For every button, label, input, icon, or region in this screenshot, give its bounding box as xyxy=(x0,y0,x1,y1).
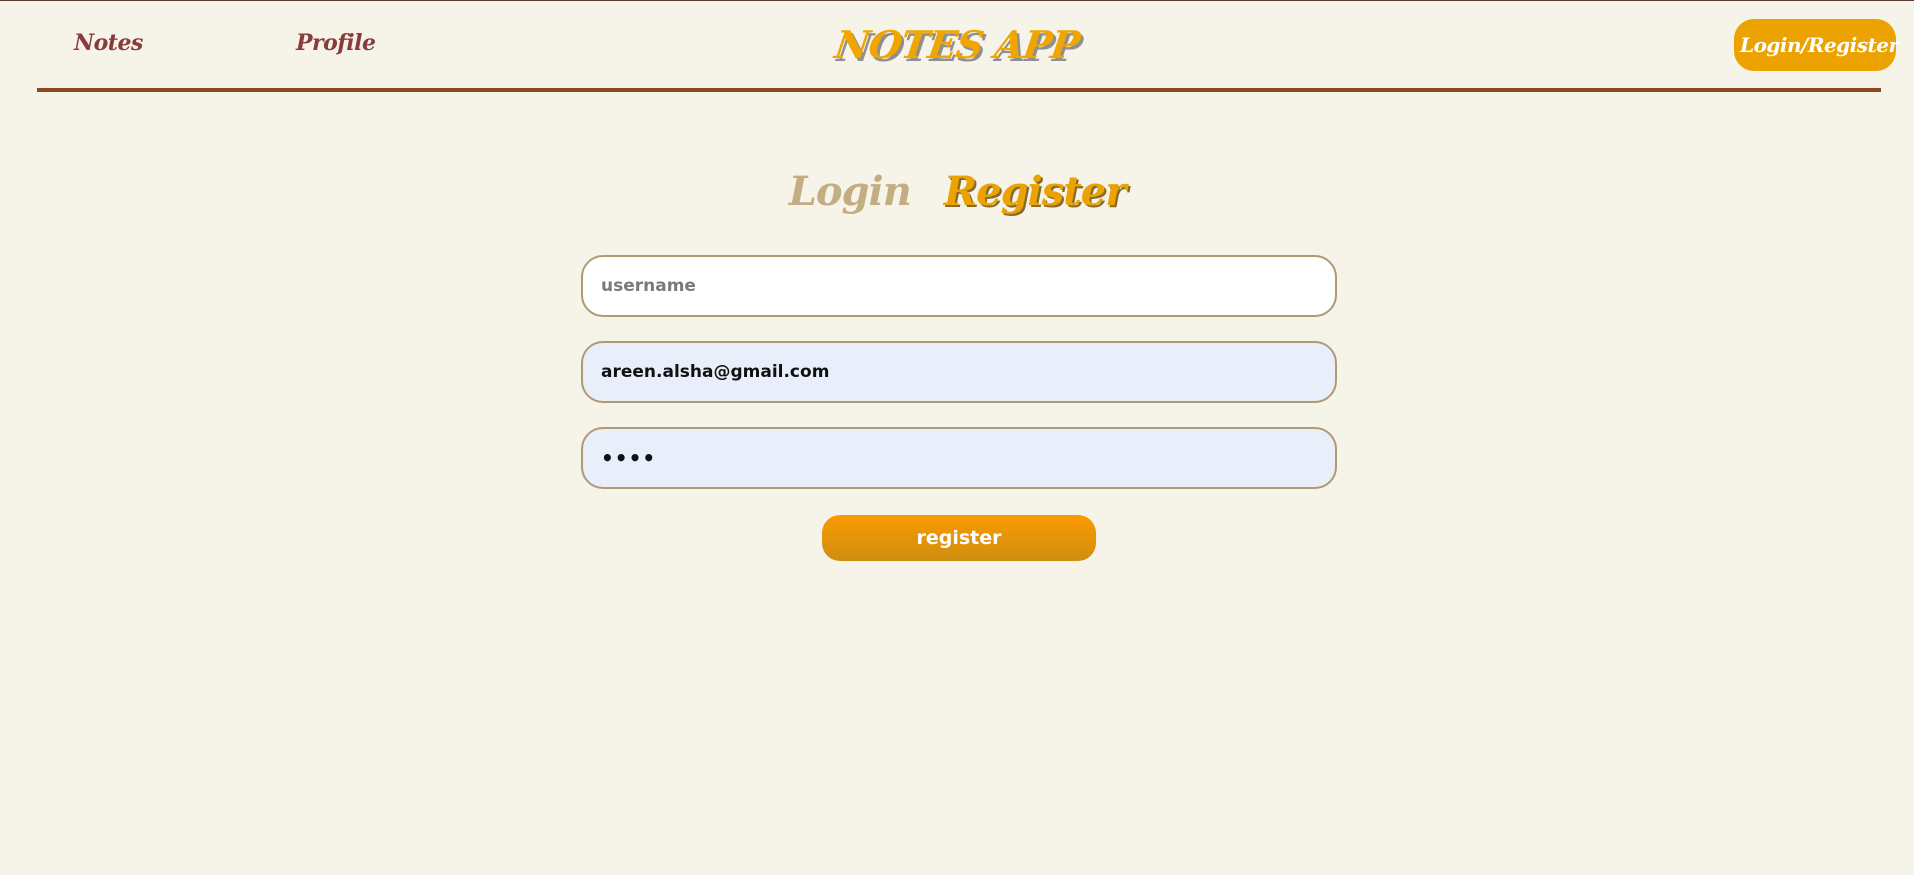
login-register-button[interactable]: Login/Register xyxy=(1734,19,1899,71)
tab-login[interactable]: Login xyxy=(789,168,912,215)
password-input[interactable] xyxy=(581,427,1337,489)
auth-tabs: Login Register xyxy=(0,168,1914,215)
email-input[interactable] xyxy=(581,341,1337,403)
tab-register[interactable]: Register xyxy=(944,168,1126,215)
app-title: NOTES APP xyxy=(832,22,1082,67)
header-divider xyxy=(37,88,1881,92)
header: Notes Profile NOTES APP Login/Register xyxy=(0,0,1914,92)
username-input[interactable] xyxy=(581,255,1337,317)
register-button[interactable]: register xyxy=(822,515,1096,561)
